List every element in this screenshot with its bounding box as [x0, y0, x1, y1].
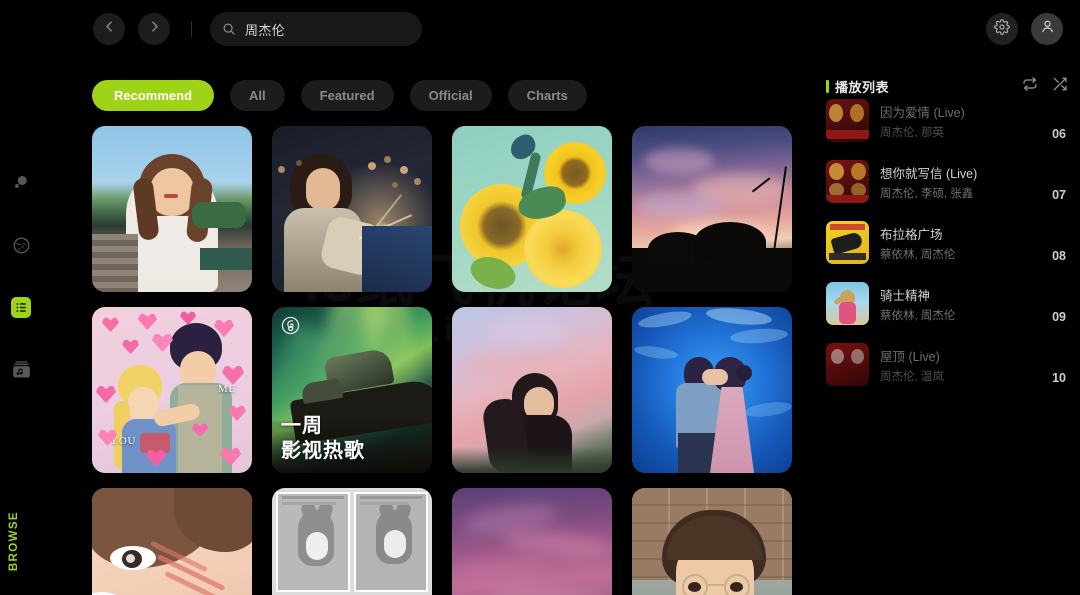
track-artist: 蔡依林, 周杰伦 [880, 309, 956, 322]
track-number: 06 [1052, 127, 1066, 141]
filter-chip-recommend[interactable]: Recommend [92, 80, 215, 111]
track-title: 想你就写信 (Live) [880, 166, 978, 181]
toolbar-divider [191, 21, 192, 37]
track-meta: 因为爱情 (Live) 周杰伦, 那英 [880, 102, 1041, 140]
globe-icon [12, 236, 31, 255]
tile-artwork [632, 488, 792, 595]
filter-chip-featured[interactable]: Featured [300, 80, 394, 111]
playlist-track-list[interactable]: 因为爱情 (Live) 周杰伦, 那英 06 想你就写信 (Live) 周杰伦,… [810, 90, 1080, 390]
playlist-row-4[interactable]: 骑士精神 蔡依林, 周杰伦 09 [810, 273, 1080, 334]
music-library-icon [11, 359, 32, 380]
sidebar-item-profile[interactable] [10, 172, 32, 194]
track-thumbnail [826, 160, 869, 203]
tile-artwork [632, 307, 792, 473]
filter-chip-all[interactable]: All [230, 80, 285, 111]
track-artist: 周杰伦, 温岚 [880, 370, 944, 383]
track-number: 09 [1052, 310, 1066, 324]
back-button[interactable] [93, 13, 125, 45]
tile-artwork [452, 307, 612, 473]
search-icon [222, 22, 236, 36]
track-meta: 想你就写信 (Live) 周杰伦, 李硕, 张鑫 [880, 163, 1041, 201]
top-right-actions [986, 13, 1063, 45]
account-button[interactable] [1031, 13, 1063, 45]
track-artist: 周杰伦, 李硕, 张鑫 [880, 187, 974, 200]
track-title: 因为爱情 (Live) [880, 105, 965, 120]
tile-artwork [92, 488, 252, 595]
top-bar: 周杰伦 [42, 0, 1080, 58]
track-thumbnail [826, 282, 869, 325]
sidebar-item-discover[interactable] [10, 234, 32, 256]
person-icon [11, 173, 31, 193]
list-icon [11, 296, 31, 318]
filter-chip-official[interactable]: Official [409, 80, 492, 111]
music-app-window: BROWSE 周杰伦 Recommend All Featured Offici… [0, 0, 1080, 595]
track-title: 布拉格广场 [880, 227, 943, 242]
track-meta: 屋顶 (Live) 周杰伦, 温岚 [880, 346, 1041, 384]
content-grid: ME YOU 一周 影视热歌 [92, 126, 792, 595]
track-thumbnail [826, 221, 869, 264]
track-title: 屋顶 (Live) [880, 349, 940, 364]
track-thumbnail [826, 343, 869, 386]
search-value: 周杰伦 [245, 22, 286, 38]
grid-tile-t2[interactable] [272, 126, 432, 292]
tile-artwork [452, 488, 612, 595]
settings-button[interactable] [986, 13, 1018, 45]
left-nav-rail: BROWSE [0, 0, 42, 595]
track-title: 骑士精神 [880, 288, 931, 303]
grid-tile-t5[interactable]: ME YOU [92, 307, 252, 473]
browse-vertical-label: BROWSE [8, 510, 20, 571]
playlist-row-5[interactable]: 屋顶 (Live) 周杰伦, 温岚 10 [810, 334, 1080, 390]
filter-chip-bar: Recommend All Featured Official Charts [92, 80, 587, 111]
grid-tile-t11[interactable] [452, 488, 612, 595]
tile-artwork: ME YOU [92, 307, 252, 473]
tile-artwork [272, 488, 432, 595]
right-playlist-panel: 播放列表 因为爱情 (Live) 周杰伦, 那英 06 想你就写信 (Live)… [810, 72, 1080, 595]
sidebar-item-library[interactable] [10, 358, 32, 380]
tile-artwork [272, 126, 432, 292]
track-number: 10 [1052, 371, 1066, 385]
grid-tile-t3[interactable] [452, 126, 612, 292]
netease-logo-icon [281, 316, 300, 340]
grid-tile-t1[interactable] [92, 126, 252, 292]
search-input[interactable]: 周杰伦 [210, 12, 422, 46]
playlist-row-1[interactable]: 因为爱情 (Live) 周杰伦, 那英 06 [810, 90, 1080, 151]
tile-label-me: ME [217, 383, 236, 395]
tile-caption-t6: 一周 影视热歌 [281, 414, 365, 463]
gear-icon [994, 18, 1010, 40]
grid-tile-t7[interactable] [452, 307, 612, 473]
playlist-row-2[interactable]: 想你就写信 (Live) 周杰伦, 李硕, 张鑫 07 [810, 151, 1080, 212]
chevron-right-icon [147, 19, 162, 39]
track-number: 08 [1052, 249, 1066, 263]
track-number: 07 [1052, 188, 1066, 202]
left-nav-icon-group [10, 172, 32, 380]
user-avatar-icon [1039, 18, 1056, 40]
grid-tile-t12[interactable] [632, 488, 792, 595]
grid-tile-t9[interactable] [92, 488, 252, 595]
playlist-row-3[interactable]: 布拉格广场 蔡依林, 周杰伦 08 [810, 212, 1080, 273]
grid-tile-t6[interactable]: 一周 影视热歌 [272, 307, 432, 473]
chevron-left-icon [102, 19, 117, 39]
tile-artwork [452, 126, 612, 292]
grid-tile-t4[interactable] [632, 126, 792, 292]
tile-artwork: 一周 影视热歌 [272, 307, 432, 473]
grid-tile-t8[interactable] [632, 307, 792, 473]
track-meta: 布拉格广场 蔡依林, 周杰伦 [880, 224, 1041, 262]
sidebar-item-playlists[interactable] [10, 296, 32, 318]
filter-chip-charts[interactable]: Charts [507, 80, 587, 111]
tile-artwork [632, 126, 792, 292]
track-artist: 周杰伦, 那英 [880, 126, 944, 139]
track-meta: 骑士精神 蔡依林, 周杰伦 [880, 285, 1041, 323]
grid-tile-t10[interactable] [272, 488, 432, 595]
track-artist: 蔡依林, 周杰伦 [880, 248, 956, 261]
forward-button[interactable] [138, 13, 170, 45]
track-thumbnail [826, 99, 869, 142]
tile-artwork [92, 126, 252, 292]
